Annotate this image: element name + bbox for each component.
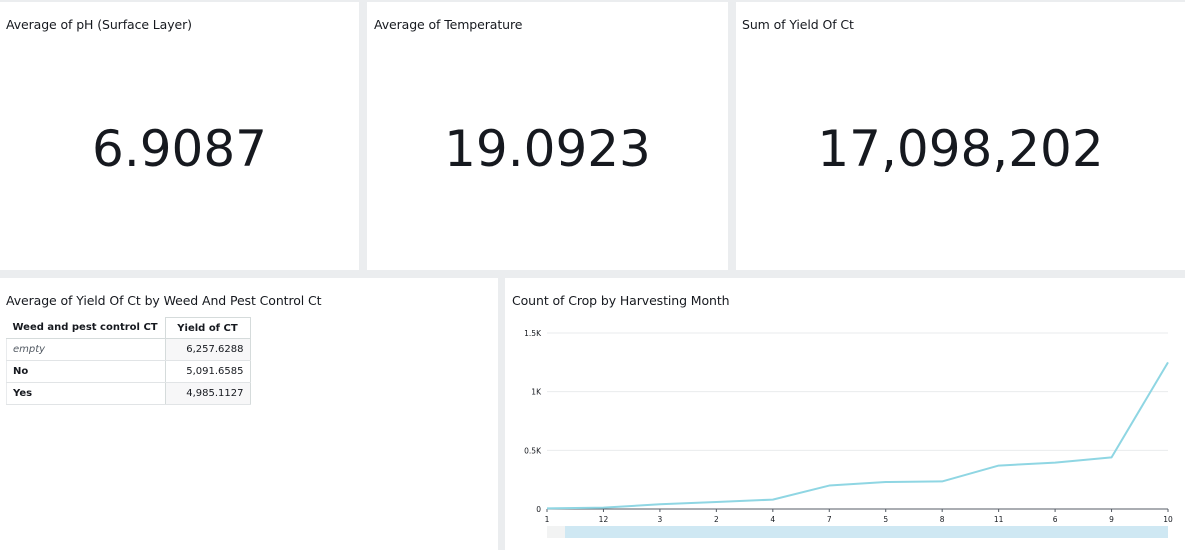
kpi-value: 19.0923 bbox=[444, 120, 651, 178]
table-row[interactable]: Yes 4,985.1127 bbox=[6, 382, 251, 405]
data-point[interactable] bbox=[996, 463, 1002, 469]
kpi-title: Sum of Yield Of Ct bbox=[742, 17, 854, 32]
y-tick-label: 0 bbox=[536, 505, 541, 514]
table-row[interactable]: empty 6,257.6288 bbox=[6, 338, 251, 361]
pivot-table-card[interactable]: Average of Yield Of Ct by Weed And Pest … bbox=[0, 278, 498, 550]
data-point[interactable] bbox=[544, 505, 550, 511]
column-header-yield[interactable]: Yield of CT bbox=[164, 317, 251, 339]
y-tick-label: 1.5K bbox=[524, 329, 542, 338]
row-value: 6,257.6288 bbox=[165, 338, 251, 361]
kpi-card-yield-sum[interactable]: Sum of Yield Of Ct 17,098,202 bbox=[736, 2, 1185, 270]
data-point[interactable] bbox=[1052, 460, 1058, 466]
data-point[interactable] bbox=[600, 505, 606, 511]
data-point[interactable] bbox=[939, 478, 945, 484]
data-point[interactable] bbox=[770, 497, 776, 503]
y-tick-label: 0.5K bbox=[524, 446, 542, 455]
kpi-card-temperature[interactable]: Average of Temperature 19.0923 bbox=[367, 2, 728, 270]
row-key: No bbox=[6, 360, 166, 383]
x-tick-label: 7 bbox=[827, 515, 832, 524]
data-point[interactable] bbox=[1109, 454, 1115, 460]
column-header-weed-control[interactable]: Weed and pest control CT bbox=[6, 317, 165, 339]
x-tick-label: 6 bbox=[1053, 515, 1058, 524]
row-key: empty bbox=[6, 338, 166, 361]
x-tick-label: 8 bbox=[940, 515, 945, 524]
pivot-table: Weed and pest control CT Yield of CT emp… bbox=[6, 317, 251, 405]
pivot-title: Average of Yield Of Ct by Weed And Pest … bbox=[6, 293, 322, 308]
data-point[interactable] bbox=[826, 483, 832, 489]
x-tick-label: 10 bbox=[1163, 515, 1173, 524]
series-line[interactable] bbox=[546, 361, 1169, 510]
x-tick-label: 11 bbox=[994, 515, 1004, 524]
kpi-title: Average of pH (Surface Layer) bbox=[6, 17, 192, 32]
range-scrollbar-thumb[interactable] bbox=[565, 526, 1168, 538]
row-value: 5,091.6585 bbox=[165, 360, 251, 383]
kpi-value: 17,098,202 bbox=[817, 120, 1104, 178]
x-tick-label: 1 bbox=[545, 515, 550, 524]
x-tick-label: 3 bbox=[658, 515, 663, 524]
x-tick-label: 5 bbox=[883, 515, 888, 524]
data-point[interactable] bbox=[1165, 359, 1171, 365]
kpi-card-ph[interactable]: Average of pH (Surface Layer) 6.9087 bbox=[0, 2, 359, 270]
kpi-value: 6.9087 bbox=[92, 120, 267, 178]
y-tick-label: 1K bbox=[531, 388, 542, 397]
row-key: Yes bbox=[6, 382, 166, 405]
x-tick-label: 12 bbox=[599, 515, 609, 524]
data-point[interactable] bbox=[657, 501, 663, 507]
data-point[interactable] bbox=[883, 479, 889, 485]
row-value: 4,985.1127 bbox=[165, 382, 251, 405]
x-tick-label: 9 bbox=[1109, 515, 1114, 524]
line-chart[interactable]: 0 0.5K 1K 1.5K 1 12 3 2 4 7 5 8 11 6 9 10 bbox=[505, 278, 1185, 550]
line-chart-card[interactable]: Count of Crop by Harvesting Month 0 0.5K 1… bbox=[505, 278, 1185, 550]
kpi-title: Average of Temperature bbox=[374, 17, 523, 32]
x-tick-label: 4 bbox=[770, 515, 775, 524]
x-tick-label: 2 bbox=[714, 515, 719, 524]
table-row[interactable]: No 5,091.6585 bbox=[6, 360, 251, 383]
data-point[interactable] bbox=[713, 499, 719, 505]
